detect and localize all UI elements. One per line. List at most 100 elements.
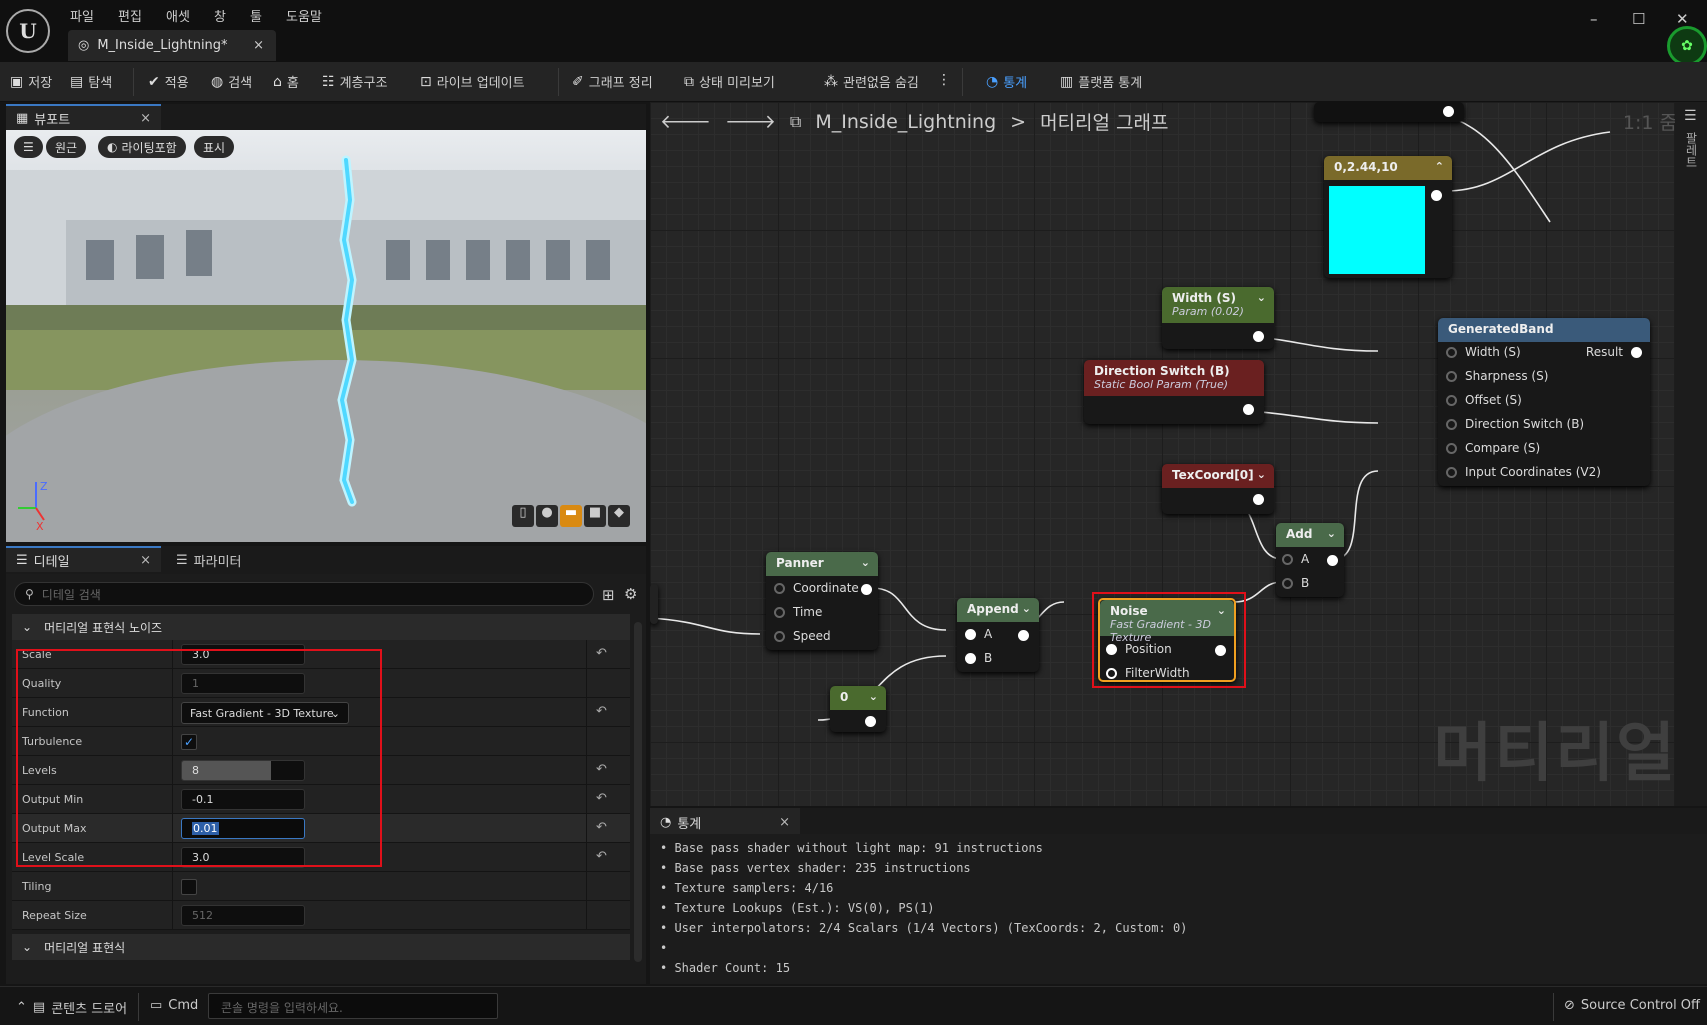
clean-graph-button[interactable]: ✐ 그래프 정리 (572, 72, 653, 92)
graph-node-generated-band[interactable]: GeneratedBand Width (S) Sharpness (S) Of… (1438, 318, 1650, 486)
cylinder-icon[interactable]: ▯ (512, 505, 534, 527)
tab-stats[interactable]: ◔ 통계 × (650, 808, 800, 834)
hide-unrelated-button[interactable]: ⁂ 관련없음 숨김 (824, 72, 919, 92)
avatar[interactable]: ✿ (1667, 26, 1707, 66)
sphere-icon[interactable]: ● (536, 505, 558, 527)
function-dropdown[interactable]: Fast Gradient - 3D Texture ⌄ (181, 702, 349, 724)
output-min-input[interactable]: -0.1 (181, 789, 305, 810)
input-pin[interactable]: B (1282, 576, 1309, 590)
palette-tab[interactable]: 팔레트 (1683, 132, 1700, 168)
graph-node-width[interactable]: Width (S) Param (0.02) ⌄ (1162, 287, 1274, 349)
preview-state-button[interactable]: ⧉ 상태 미리보기 (684, 72, 775, 92)
input-pin[interactable]: Time (774, 605, 822, 619)
chevron-down-icon[interactable]: ⌄ (869, 690, 878, 703)
show-button[interactable]: 표시 (194, 136, 235, 158)
reset-icon[interactable]: ↶ (596, 762, 607, 777)
turbulence-checkbox[interactable]: ✓ (181, 734, 197, 750)
menu-file[interactable]: 파일 (70, 6, 94, 25)
plane-icon[interactable]: ▬ (560, 505, 582, 527)
chevron-down-icon[interactable]: ⌄ (861, 556, 870, 569)
output-pin[interactable] (861, 584, 872, 595)
save-button[interactable]: ▣ 저장 (10, 72, 52, 92)
menu-tools[interactable]: 툴 (250, 6, 262, 25)
input-pin[interactable]: Width (S) (1446, 345, 1521, 359)
input-pin[interactable]: Position (1106, 642, 1172, 656)
input-pin[interactable]: A (1282, 552, 1309, 566)
close-tab-icon[interactable]: × (140, 111, 151, 126)
stats-button[interactable]: ◔ 통계 (986, 72, 1027, 92)
input-pin[interactable]: Direction Switch (B) (1446, 417, 1584, 431)
scale-input[interactable]: 3.0 (181, 644, 305, 665)
output-pin[interactable] (1215, 645, 1226, 656)
graph-node-texcoord[interactable]: TexCoord[0] ⌄ (1162, 464, 1274, 514)
quality-input[interactable]: 1 (181, 673, 305, 694)
graph-node-append[interactable]: Append ⌄ A B (957, 598, 1039, 672)
content-drawer-button[interactable]: ⌃ ▤ 콘텐츠 드로어 (16, 998, 127, 1017)
graph-node-direction-switch[interactable]: Direction Switch (B) Static Bool Param (T… (1084, 360, 1264, 424)
levels-slider[interactable]: 8 (181, 760, 305, 781)
graph-node-offscreen[interactable] (1314, 102, 1464, 122)
category-noise[interactable]: ⌄ 머티리얼 표현식 노이즈 (12, 614, 630, 640)
viewport[interactable]: Z X ☰ 원근 ◐ 라이팅포함 표시 ▯ ● ▬ ■ ◆ (6, 130, 646, 542)
input-pin[interactable]: Coordinate (774, 581, 859, 595)
lit-mode-button[interactable]: ◐ 라이팅포함 (98, 136, 186, 158)
more-options-icon[interactable]: ⋮ (937, 72, 951, 88)
output-pin[interactable] (1327, 555, 1338, 566)
reset-icon[interactable]: ↶ (596, 849, 607, 864)
tab-parameters[interactable]: ☰ 파라미터 (166, 546, 286, 572)
level-scale-input[interactable]: 3.0 (181, 847, 305, 868)
minimize-button[interactable]: – (1590, 10, 1598, 28)
menu-asset[interactable]: 애셋 (166, 6, 190, 25)
document-tab[interactable]: ◎ M_Inside_Lightning* × (68, 30, 276, 61)
close-tab-icon[interactable]: × (140, 553, 151, 568)
graph-node-panner[interactable]: Panner ⌄ Coordinate Time Speed (766, 552, 878, 650)
input-pin[interactable]: Speed (774, 629, 831, 643)
cmd-button[interactable]: ▭ Cmd (150, 998, 198, 1013)
graph-node-color[interactable]: 0,2.44,10 ⌃ (1324, 156, 1452, 278)
chevron-up-icon[interactable]: ⌃ (1435, 160, 1444, 173)
graph-node-noise[interactable]: Noise Fast Gradient - 3D Texture ⌄ Positio… (1098, 598, 1236, 682)
input-pin[interactable]: FilterWidth (1106, 666, 1190, 680)
input-pin[interactable]: Compare (S) (1446, 441, 1540, 455)
settings-icon[interactable]: ⚙ (624, 585, 637, 603)
perspective-button[interactable]: 원근 (46, 136, 87, 158)
browse-button[interactable]: ▤ 탐색 (70, 72, 112, 92)
teapot-icon[interactable]: ◆ (608, 505, 630, 527)
graph-node-constant-zero[interactable]: 0 ⌄ (830, 686, 886, 732)
input-pin[interactable]: B (965, 651, 992, 665)
chevron-down-icon[interactable]: ⌄ (1217, 604, 1226, 617)
category-expression[interactable]: ⌄ 머티리얼 표현식 (12, 934, 630, 960)
maximize-button[interactable]: ☐ (1632, 10, 1645, 28)
hierarchy-button[interactable]: ☷ 계층구조 (322, 72, 387, 92)
chevron-down-icon[interactable]: ⌄ (1022, 602, 1031, 615)
cube-icon[interactable]: ■ (584, 505, 606, 527)
table-view-icon[interactable]: ⊞ (602, 586, 615, 604)
input-pin[interactable]: A (965, 627, 992, 641)
source-control-button[interactable]: ⊘ Source Control Off (1564, 998, 1700, 1013)
repeat-size-input[interactable]: 512 (181, 905, 305, 926)
output-pin[interactable] (1243, 404, 1254, 415)
viewport-menu-button[interactable]: ☰ (14, 136, 43, 158)
console-command-input[interactable]: 콘솔 명령을 입력하세요. (208, 993, 498, 1019)
close-tab-icon[interactable]: × (779, 815, 790, 830)
output-pin[interactable] (1431, 190, 1442, 201)
unreal-logo-icon[interactable]: U (6, 9, 50, 53)
input-pin[interactable]: Offset (S) (1446, 393, 1522, 407)
output-pin[interactable]: Result (1586, 345, 1642, 359)
menu-help[interactable]: 도움말 (286, 6, 322, 25)
chevron-down-icon[interactable]: ⌄ (1257, 291, 1266, 304)
reset-icon[interactable]: ↶ (596, 646, 607, 661)
search-button[interactable]: ◍ 검색 (211, 72, 252, 92)
output-max-input[interactable]: 0.01 (181, 818, 305, 839)
reset-icon[interactable]: ↶ (596, 820, 607, 835)
reset-icon[interactable]: ↶ (596, 704, 607, 719)
chevron-down-icon[interactable]: ⌄ (1257, 468, 1266, 481)
details-scrollbar[interactable] (634, 622, 642, 962)
platform-stats-button[interactable]: ▥ 플랫폼 통계 (1060, 72, 1142, 92)
menu-edit[interactable]: 편집 (118, 6, 142, 25)
material-graph[interactable]: 🡐 🡒 ⧉ M_Inside_Lightning > 머티리얼 그래프 1:1 … (650, 102, 1707, 806)
home-button[interactable]: ⌂ 홈 (273, 72, 299, 92)
back-icon[interactable]: 🡐 (660, 110, 711, 133)
chevron-down-icon[interactable]: ⌄ (1327, 527, 1336, 540)
apply-button[interactable]: ✔ 적용 (148, 72, 189, 92)
